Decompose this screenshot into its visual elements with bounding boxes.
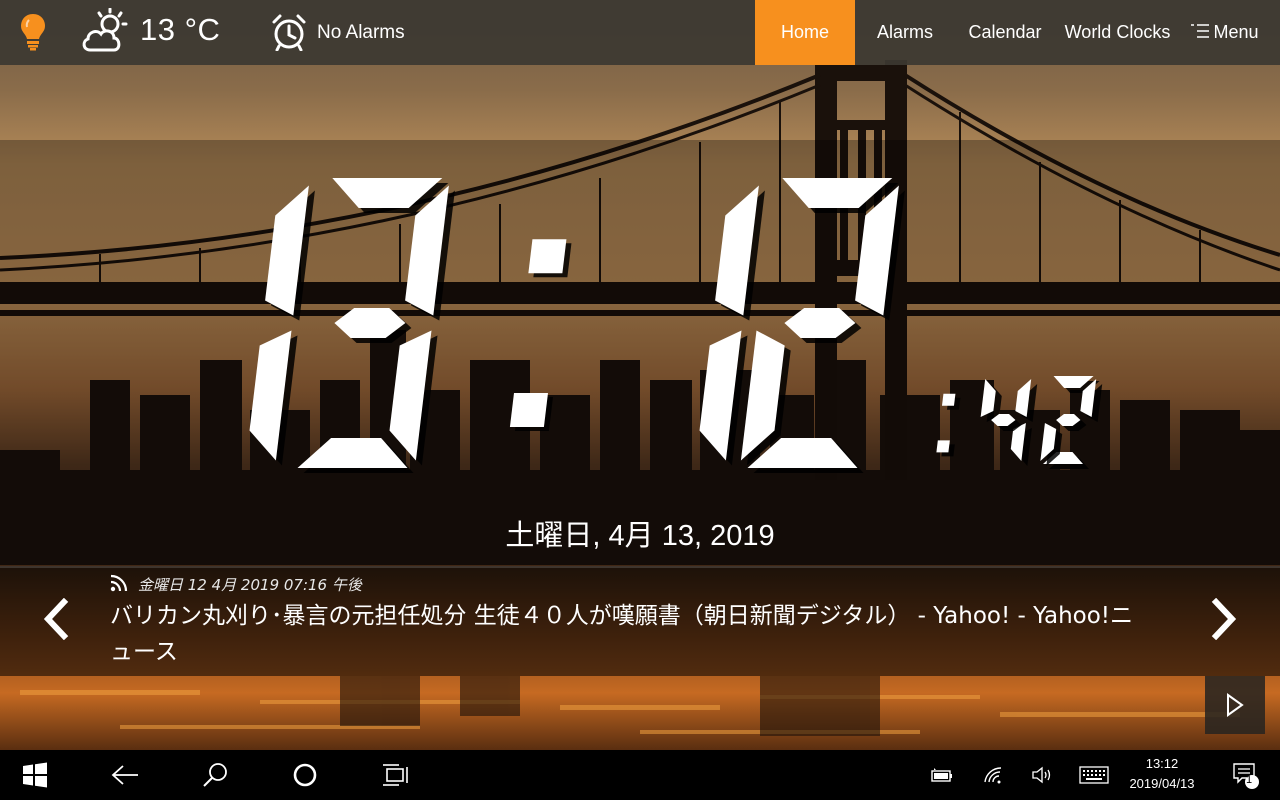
seconds-colon: [936, 393, 961, 457]
date-label: 土曜日, 4月 13, 2019: [505, 520, 775, 552]
clock-hour-ones: [297, 178, 455, 473]
alarm-clock-icon: [270, 13, 308, 52]
search-icon[interactable]: [190, 750, 240, 800]
rss-icon: [110, 574, 128, 592]
menu-label: Menu: [1213, 22, 1259, 42]
taskbar-date: 2019/04/13: [1129, 776, 1195, 791]
lightbulb-icon[interactable]: [20, 13, 46, 51]
keyboard-icon[interactable]: [1074, 750, 1114, 800]
windows-taskbar: 13:12 2019/04/13 1: [0, 750, 1280, 800]
chevron-right-icon: [1211, 597, 1237, 641]
task-view-icon[interactable]: [370, 750, 420, 800]
clock-colon: [509, 239, 572, 431]
wifi-icon[interactable]: [977, 750, 1011, 800]
cortana-icon[interactable]: [280, 750, 330, 800]
notification-icon[interactable]: 1: [1220, 750, 1270, 800]
menu-button[interactable]: Menu: [1180, 0, 1280, 65]
clock-second-ones: [1040, 376, 1103, 469]
news-headline[interactable]: バリカン丸刈り･暴言の元担任処分 生徒４０人が嘆願書（朝日新聞デジタル） - Y…: [110, 598, 1150, 670]
taskbar-time: 13:12: [1145, 756, 1179, 771]
play-button[interactable]: [1205, 676, 1265, 734]
news-ticker: 金曜日 12 4月 2019 07:16 午後 バリカン丸刈り･暴言の元担任処分…: [0, 566, 1280, 676]
menu-icon: [1191, 22, 1210, 43]
digital-clock: [249, 178, 1103, 473]
partly-cloudy-icon: [80, 7, 132, 54]
main-nav: Home Alarms Calendar World Clocks Menu: [755, 0, 1280, 65]
clock-panel: 土曜日, 4月 13, 2019: [0, 140, 1280, 565]
tab-calendar[interactable]: Calendar: [955, 0, 1055, 65]
tab-world-clocks[interactable]: World Clocks: [1055, 0, 1180, 65]
tab-home[interactable]: Home: [755, 0, 855, 65]
clock-minute-ones: [740, 178, 905, 473]
news-timestamp: 金曜日 12 4月 2019 07:16 午後: [138, 576, 362, 594]
top-bar: 13 °C No Alarms Home Alarms Calendar Wor…: [0, 0, 1280, 65]
previous-news-button[interactable]: [40, 597, 72, 641]
back-arrow-icon[interactable]: [100, 750, 150, 800]
taskbar-clock[interactable]: 13:12 2019/04/13: [1120, 754, 1204, 794]
next-news-button[interactable]: [1208, 597, 1240, 641]
clock-hour-tens: [249, 185, 315, 466]
windows-start-icon[interactable]: [10, 750, 60, 800]
notification-count: 1: [1245, 774, 1253, 786]
play-icon: [1227, 693, 1244, 717]
clock-second-tens: [980, 379, 1038, 466]
tab-alarms[interactable]: Alarms: [855, 0, 955, 65]
chevron-left-icon: [43, 597, 69, 641]
temperature-label: 13 °C: [140, 12, 221, 47]
battery-icon[interactable]: [925, 750, 959, 800]
volume-icon[interactable]: [1025, 750, 1059, 800]
alarm-status[interactable]: No Alarms: [317, 22, 405, 44]
